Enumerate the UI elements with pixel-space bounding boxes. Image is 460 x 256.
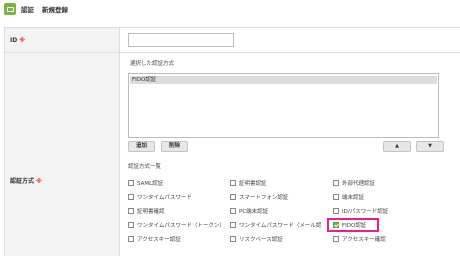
checkbox-pc-device[interactable]: [230, 208, 236, 214]
add-button[interactable]: 追加: [128, 141, 155, 152]
fido-highlight-frame: [327, 218, 379, 232]
option-otp[interactable]: ワンタイムパスワード: [128, 193, 192, 201]
app-title: 認証: [21, 6, 34, 14]
method-list-label: 認証方式一覧: [128, 164, 162, 170]
move-down-button[interactable]: ▼: [416, 141, 444, 152]
id-required-mark: ※: [19, 37, 26, 44]
id-label: ID ※: [10, 37, 26, 44]
option-device-auth[interactable]: 端末認証: [333, 193, 364, 201]
auth-method-required-mark: ※: [36, 178, 42, 185]
id-label-cell: ID ※: [5, 28, 120, 53]
page-header: 認証 新規登録: [0, 0, 460, 22]
checkbox-certificate-auth[interactable]: [230, 180, 236, 186]
checkbox-device-auth[interactable]: [333, 194, 339, 200]
option-access-key-check[interactable]: アクセスキー確認: [333, 235, 386, 243]
option-external-proxy[interactable]: 外部代理認証: [333, 179, 375, 187]
app-logo-icon: [4, 3, 16, 15]
option-id-password[interactable]: ID/パスワード認証: [333, 207, 388, 215]
selected-methods-label: 選択した認証方式: [130, 61, 175, 67]
checkbox-saml[interactable]: [128, 180, 134, 186]
checkbox-otp-token[interactable]: [128, 222, 134, 228]
checkbox-smartphone[interactable]: [230, 194, 236, 200]
checkbox-otp[interactable]: [128, 194, 134, 200]
auth-method-label-cell: 認証方式 ※: [5, 53, 120, 256]
delete-button[interactable]: 削除: [161, 141, 188, 152]
auth-method-label: 認証方式 ※: [10, 178, 42, 185]
checkbox-id-password[interactable]: [333, 208, 339, 214]
selected-method-item[interactable]: FIDO認証: [130, 76, 437, 84]
selected-methods-listbox[interactable]: FIDO認証: [128, 73, 439, 138]
option-pc-device[interactable]: PC端末認証: [230, 207, 268, 215]
option-risk-based[interactable]: リスクベース認証: [230, 235, 283, 243]
checkbox-external-proxy[interactable]: [333, 180, 339, 186]
id-value-cell: [120, 28, 460, 53]
option-access-key-auth[interactable]: アクセスキー認証: [128, 235, 181, 243]
checkbox-otp-mail[interactable]: [230, 222, 236, 228]
checkbox-access-key-check[interactable]: [333, 236, 339, 242]
option-saml[interactable]: SAML認証: [128, 179, 163, 187]
option-otp-token[interactable]: ワンタイムパスワード（トークン）: [128, 221, 225, 229]
option-smartphone[interactable]: スマートフォン認証: [230, 193, 288, 201]
checkbox-access-key-auth[interactable]: [128, 236, 134, 242]
option-certificate-auth[interactable]: 証明書認証: [230, 179, 267, 187]
option-otp-mail[interactable]: ワンタイムパスワード（メール認: [230, 221, 321, 229]
page-title: 新規登録: [42, 6, 68, 14]
checkbox-certificate-check[interactable]: [128, 208, 134, 214]
option-certificate-check[interactable]: 証明書確認: [128, 207, 165, 215]
checkbox-risk-based[interactable]: [230, 236, 236, 242]
move-up-button[interactable]: ▲: [383, 141, 411, 152]
id-input[interactable]: [128, 33, 234, 47]
